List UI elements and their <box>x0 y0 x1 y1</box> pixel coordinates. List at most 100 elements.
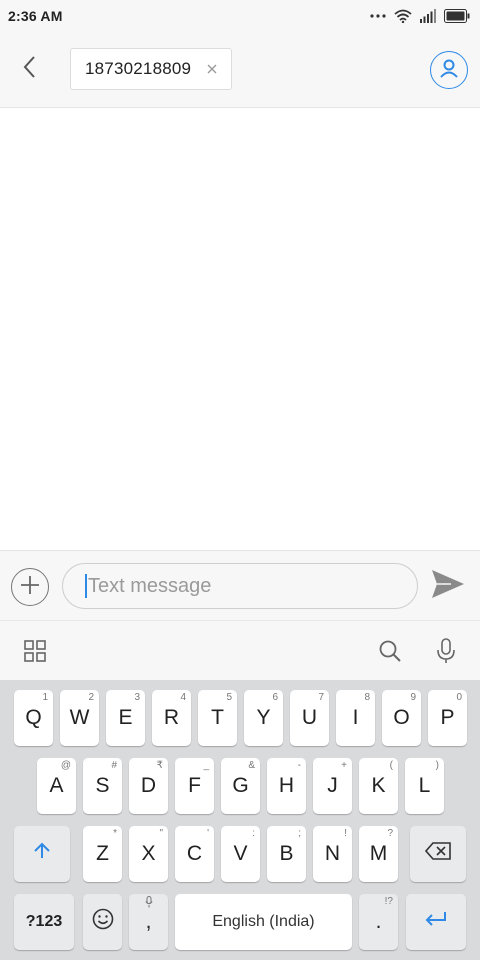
key-h[interactable]: -H <box>267 758 306 814</box>
comma-key[interactable]: , <box>129 894 168 950</box>
backspace-icon <box>424 842 451 866</box>
key-label: English (India) <box>212 913 315 930</box>
microphone-icon <box>129 896 168 911</box>
key-label: O <box>393 706 410 729</box>
symbols-key[interactable]: ?123 <box>14 894 74 950</box>
key-o[interactable]: 9O <box>382 690 421 746</box>
smiley-icon <box>92 908 114 936</box>
key-l[interactable]: ) L <box>405 758 444 814</box>
key-g[interactable]: & G <box>221 758 260 814</box>
key-label: V <box>233 842 248 865</box>
compose-bar: Text message <box>0 550 480 620</box>
key-j[interactable]: + J <box>313 758 352 814</box>
key-b[interactable]: ; B <box>267 826 306 882</box>
key-e[interactable]: 3E <box>106 690 145 746</box>
key-label: P <box>440 706 455 729</box>
key-u[interactable]: 7U <box>290 690 329 746</box>
key-hint: + <box>341 760 347 771</box>
emoji-key[interactable] <box>83 894 122 950</box>
search-icon[interactable] <box>377 638 403 664</box>
battery-icon <box>444 9 470 23</box>
key-hint: ! <box>344 828 347 839</box>
person-icon <box>439 58 459 83</box>
key-hint: ) <box>435 760 439 771</box>
key-label: E <box>118 706 133 729</box>
status-time: 2:36 AM <box>8 8 63 24</box>
key-m[interactable]: ? M <box>359 826 398 882</box>
send-icon <box>431 569 465 604</box>
shift-key[interactable] <box>14 826 70 882</box>
key-label: C <box>186 842 203 865</box>
period-key[interactable]: !? . <box>359 894 398 950</box>
key-hint: 6 <box>272 692 278 703</box>
key-label: . <box>375 910 382 933</box>
key-i[interactable]: 8I <box>336 690 375 746</box>
key-label: K <box>371 774 386 797</box>
enter-arrow-icon <box>424 910 448 934</box>
backspace-key[interactable] <box>410 826 466 882</box>
key-w[interactable]: 2W <box>60 690 99 746</box>
key-x[interactable]: " X <box>129 826 168 882</box>
key-label: F <box>188 774 201 797</box>
key-label: , <box>145 910 152 933</box>
key-r[interactable]: 4R <box>152 690 191 746</box>
key-hint: 1 <box>42 692 48 703</box>
key-label: Y <box>256 706 271 729</box>
shift-arrow-icon <box>32 841 52 867</box>
text-cursor <box>85 574 87 598</box>
plus-circle-icon <box>19 574 41 601</box>
grid-apps-icon[interactable] <box>22 638 48 664</box>
key-hint: " <box>159 828 163 839</box>
key-label: L <box>418 774 431 797</box>
key-q[interactable]: 1Q <box>14 690 53 746</box>
key-hint: 2 <box>88 692 94 703</box>
recipient-chip[interactable]: 18730218809 <box>70 48 232 90</box>
key-hint: # <box>111 760 117 771</box>
key-t[interactable]: 5T <box>198 690 237 746</box>
key-hint: - <box>297 760 301 771</box>
key-hint: 5 <box>226 692 232 703</box>
key-v[interactable]: :V <box>221 826 260 882</box>
key-label: X <box>141 842 156 865</box>
key-label: W <box>69 706 90 729</box>
key-label: J <box>327 774 338 797</box>
keyboard-toolbar <box>0 620 480 680</box>
key-z[interactable]: * Z <box>83 826 122 882</box>
signal-icon <box>420 9 436 23</box>
key-label: I <box>352 706 359 729</box>
key-y[interactable]: 6Y <box>244 690 283 746</box>
key-s[interactable]: # S <box>83 758 122 814</box>
space-key[interactable]: English (India) <box>175 894 352 950</box>
key-label: S <box>95 774 110 797</box>
key-a[interactable]: @ A <box>37 758 76 814</box>
key-hint: ; <box>298 828 301 839</box>
conversation-header: 18730218809 <box>0 32 480 108</box>
key-d[interactable]: ₹ D <box>129 758 168 814</box>
add-contact-button[interactable] <box>430 51 468 89</box>
key-hint: 0 <box>456 692 462 703</box>
close-icon[interactable] <box>203 60 221 78</box>
message-input[interactable]: Text message <box>62 563 418 609</box>
wifi-icon <box>394 9 412 23</box>
key-n[interactable]: ! N <box>313 826 352 882</box>
key-label: N <box>324 842 341 865</box>
key-c[interactable]: ' C <box>175 826 214 882</box>
recipient-number: 18730218809 <box>85 59 192 78</box>
key-k[interactable]: (K <box>359 758 398 814</box>
chevron-left-icon <box>22 55 36 84</box>
key-hint: 3 <box>134 692 140 703</box>
key-label: Z <box>96 842 109 865</box>
status-icons <box>370 9 470 23</box>
key-hint: ( <box>389 760 393 771</box>
back-button[interactable] <box>14 54 44 84</box>
key-p[interactable]: 0P <box>428 690 467 746</box>
key-hint: * <box>113 828 117 839</box>
key-label: U <box>301 706 318 729</box>
microphone-icon[interactable] <box>433 638 459 664</box>
key-hint: 4 <box>180 692 186 703</box>
key-f[interactable]: _ F <box>175 758 214 814</box>
enter-key[interactable] <box>406 894 466 950</box>
attach-button[interactable] <box>11 568 49 606</box>
key-hint: ? <box>387 828 393 839</box>
send-button[interactable] <box>428 569 468 603</box>
